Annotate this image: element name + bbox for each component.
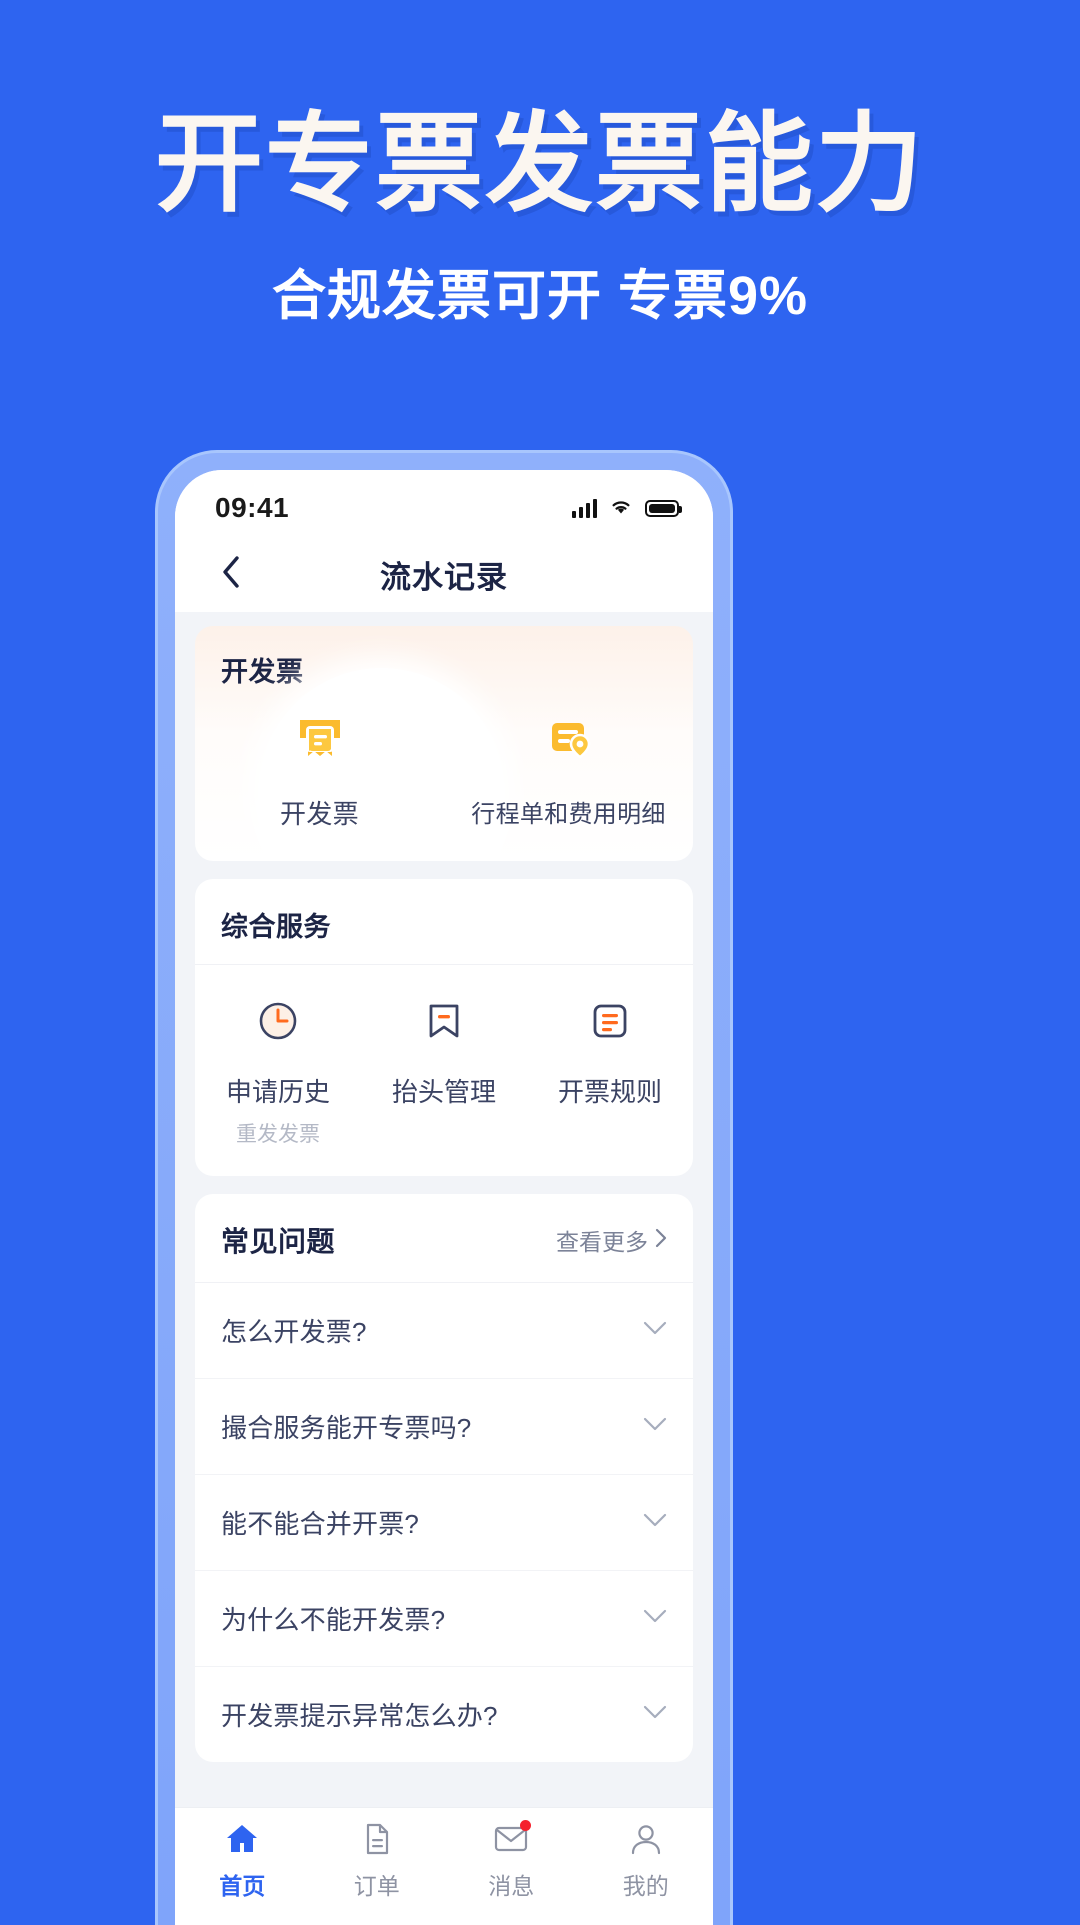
tab-orders[interactable]: 订单 <box>310 1820 445 1901</box>
chevron-down-icon <box>643 1321 667 1340</box>
tab-label: 订单 <box>353 1873 400 1899</box>
promo-title: 开专票发票能力 <box>154 103 925 224</box>
chevron-right-icon <box>655 1227 667 1254</box>
message-envelope-icon <box>492 1820 532 1858</box>
tab-profile[interactable]: 我的 <box>579 1820 714 1901</box>
services-card-title: 综合服务 <box>195 879 693 965</box>
service-item-title-management[interactable]: 抬头管理 <box>361 995 527 1148</box>
faq-question: 为什么不能开发票? <box>221 1605 446 1635</box>
service-item-label: 开票规则 <box>557 1077 662 1107</box>
faq-item[interactable]: 撮合服务能开专票吗? <box>195 1379 693 1475</box>
chevron-down-icon <box>643 1705 667 1724</box>
invoice-action-label: 行程单和费用明细 <box>471 801 666 828</box>
faq-question: 能不能合并开票? <box>221 1509 420 1539</box>
faq-item[interactable]: 能不能合并开票? <box>195 1475 693 1571</box>
promo-subtitle: 合规发票可开 专票9% <box>271 265 809 326</box>
notification-badge-dot <box>520 1820 532 1831</box>
faq-header: 常见问题 查看更多 <box>195 1194 693 1283</box>
promo-banner: 开专票发票能力 合规发票可开 专票9% <box>0 0 1080 440</box>
nav-bar: 流水记录 <box>175 536 713 612</box>
phone-frame: 09:41 流水记录 开发票 开发票 行程单和费用明细 综合服务 申请历史 重发… <box>155 450 733 1925</box>
signal-bars-icon <box>572 498 597 518</box>
invoice-action-open-invoice[interactable]: 开发票 <box>195 707 444 831</box>
page-content: 开发票 开发票 行程单和费用明细 综合服务 申请历史 重发发票 抬头管理 开票规… <box>175 612 713 1807</box>
faq-title: 常见问题 <box>221 1226 336 1257</box>
chevron-down-icon <box>643 1417 667 1436</box>
faq-item[interactable]: 为什么不能开发票? <box>195 1571 693 1667</box>
tab-label: 我的 <box>622 1873 669 1899</box>
invoice-card: 开发票 开发票 行程单和费用明细 <box>195 626 693 861</box>
receipt-invoice-icon <box>289 707 351 774</box>
bookmark-title-icon <box>418 995 470 1052</box>
user-profile-icon <box>627 1820 665 1858</box>
order-document-icon <box>358 1820 396 1858</box>
faq-question: 开发票提示异常怎么办? <box>221 1701 498 1731</box>
faq-view-more-link[interactable]: 查看更多 <box>556 1223 667 1257</box>
page-title: 流水记录 <box>380 559 508 595</box>
services-card: 综合服务 申请历史 重发发票 抬头管理 开票规则 <box>195 879 693 1176</box>
service-item-label: 抬头管理 <box>391 1077 496 1107</box>
chevron-left-icon <box>221 555 241 594</box>
services-row: 申请历史 重发发票 抬头管理 开票规则 <box>195 965 693 1176</box>
itinerary-location-icon <box>538 707 600 774</box>
faq-question: 怎么开发票? <box>221 1317 367 1347</box>
tab-label: 首页 <box>219 1873 266 1899</box>
status-time: 09:41 <box>215 492 290 523</box>
faq-card: 常见问题 查看更多 怎么开发票? 撮合服务能开专票吗? 能不能合并开票? 为什么… <box>195 1194 693 1762</box>
clock-history-icon <box>252 995 304 1052</box>
faq-item[interactable]: 怎么开发票? <box>195 1283 693 1379</box>
faq-view-more-label: 查看更多 <box>556 1229 648 1255</box>
faq-question: 撮合服务能开专票吗? <box>221 1413 472 1443</box>
service-item-sublabel: 重发发票 <box>236 1123 320 1146</box>
service-item-label: 申请历史 <box>225 1077 330 1107</box>
faq-item[interactable]: 开发票提示异常怎么办? <box>195 1667 693 1762</box>
tab-messages[interactable]: 消息 <box>444 1820 579 1901</box>
battery-full-icon <box>645 499 682 517</box>
invoice-actions-row: 开发票 行程单和费用明细 <box>195 697 693 861</box>
service-item-rules[interactable]: 开票规则 <box>527 995 693 1148</box>
invoice-action-itinerary[interactable]: 行程单和费用明细 <box>444 707 693 831</box>
service-item-history[interactable]: 申请历史 重发发票 <box>195 995 361 1148</box>
tab-home[interactable]: 首页 <box>175 1820 310 1901</box>
chevron-down-icon <box>643 1609 667 1628</box>
tab-label: 消息 <box>488 1873 535 1899</box>
status-bar: 09:41 <box>175 470 713 536</box>
wifi-icon <box>608 496 634 521</box>
list-rules-icon <box>584 995 636 1052</box>
invoice-action-label: 开发票 <box>280 799 359 829</box>
status-icons <box>572 496 682 521</box>
phone-screen: 09:41 流水记录 开发票 开发票 行程单和费用明细 综合服务 申请历史 重发… <box>175 470 713 1925</box>
bottom-tab-bar: 首页 订单 消息 我的 <box>175 1807 713 1925</box>
back-button[interactable] <box>209 552 253 596</box>
home-icon <box>223 1820 261 1858</box>
chevron-down-icon <box>643 1513 667 1532</box>
